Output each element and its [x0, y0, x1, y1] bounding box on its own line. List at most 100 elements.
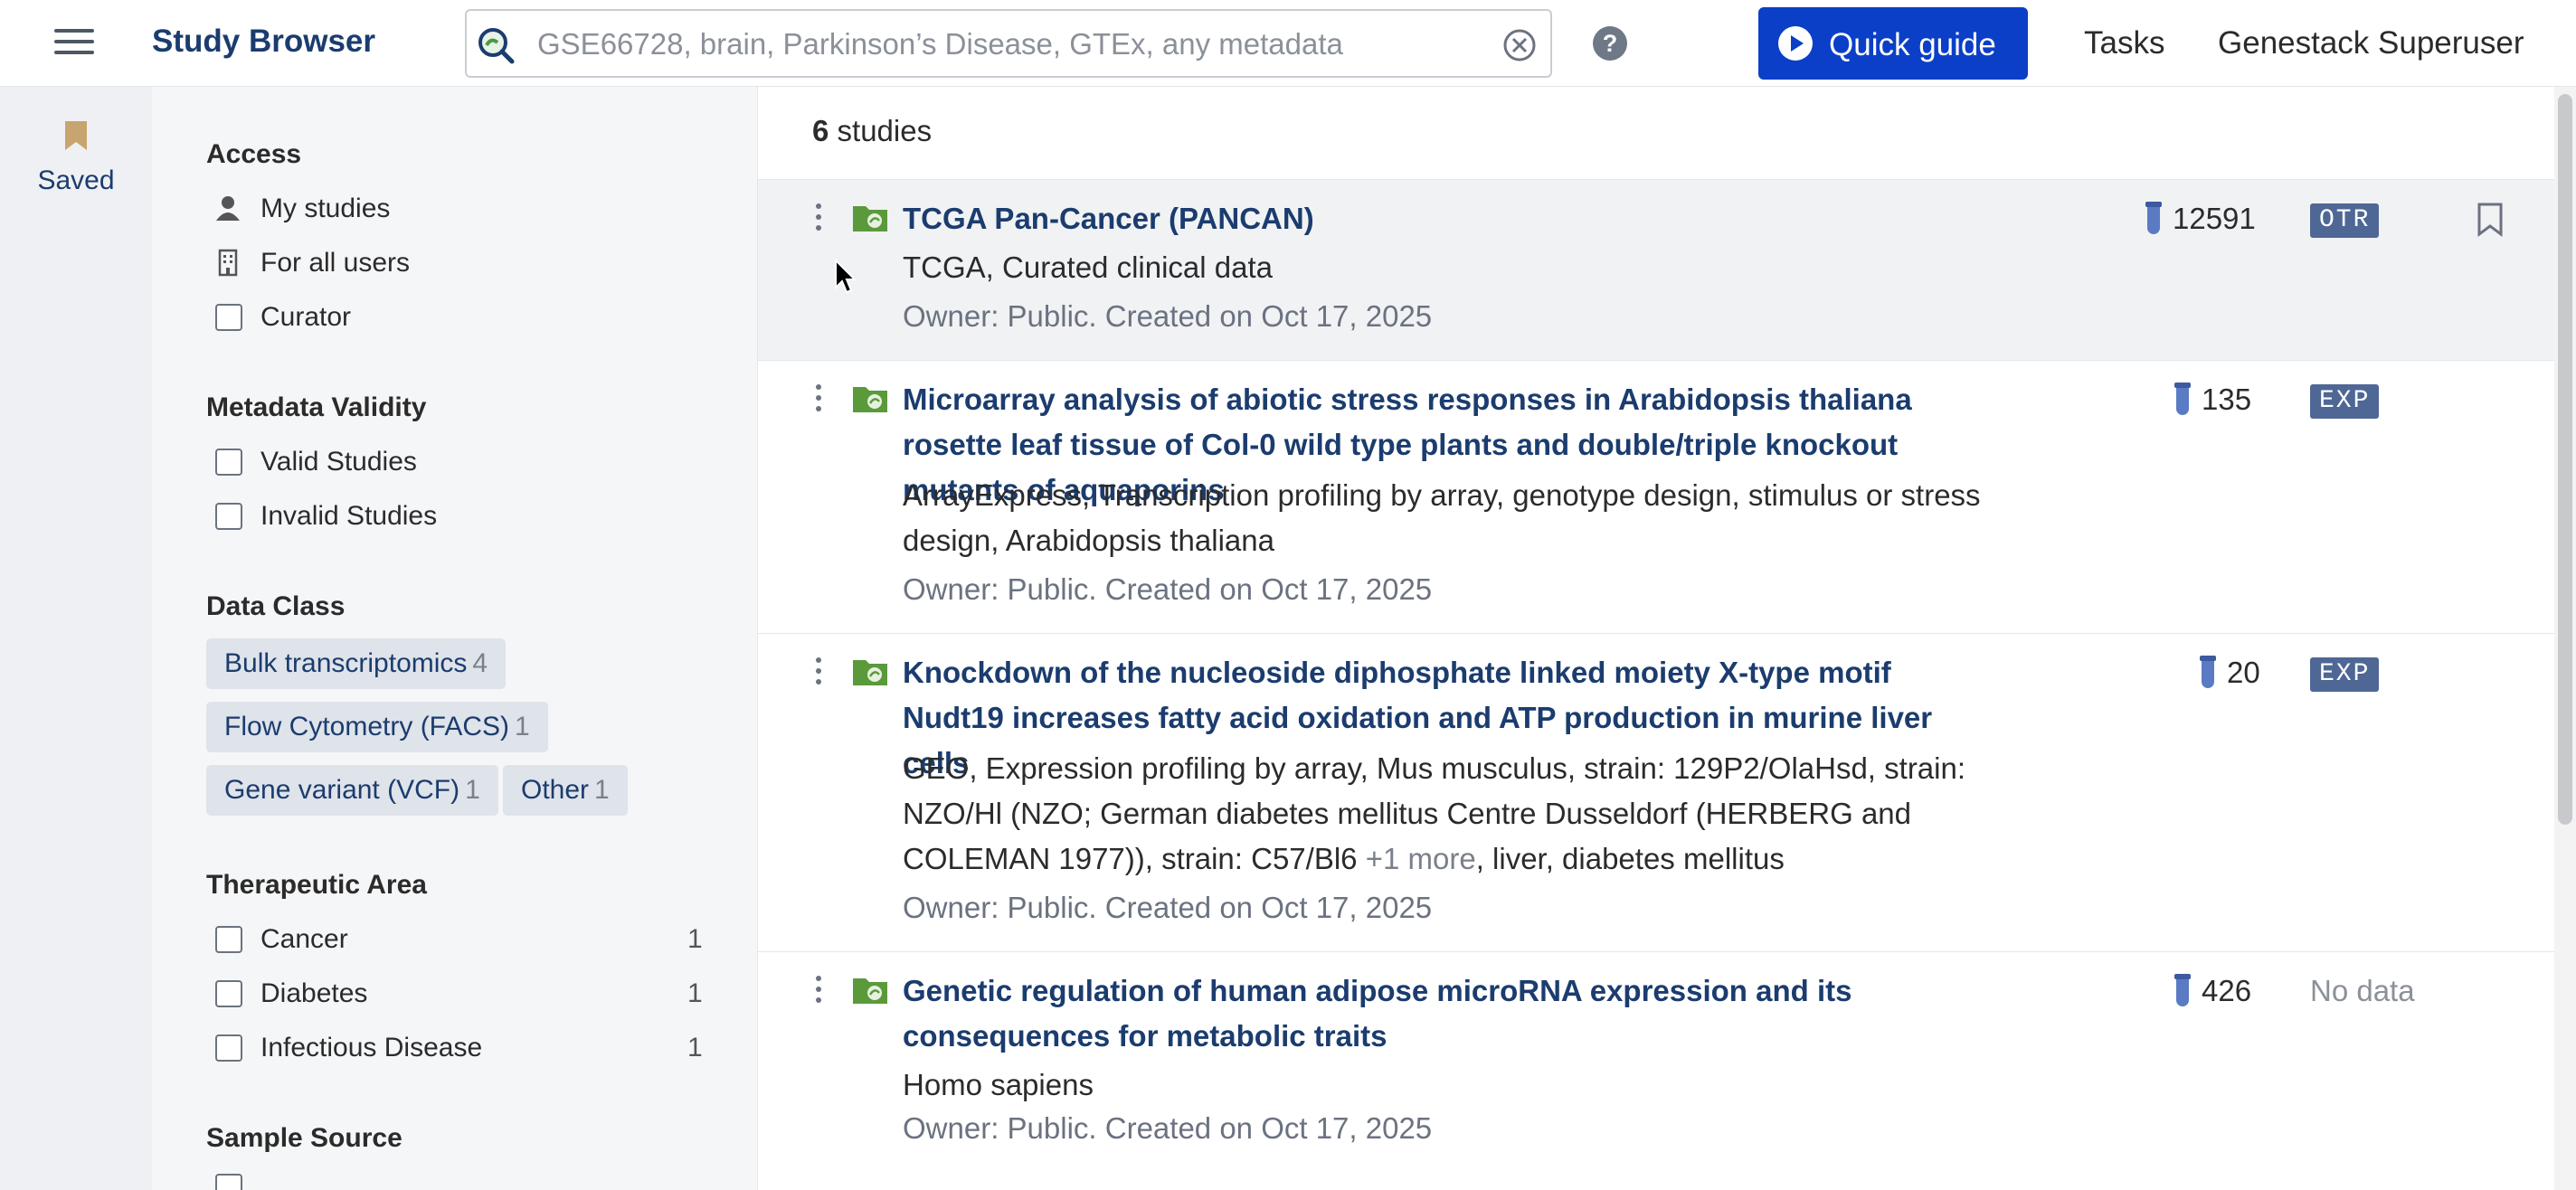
sample-count-value: 135	[2202, 382, 2252, 416]
top-bar: Study Browser ? Quick guide Tasks Genest…	[0, 0, 2576, 87]
checkbox[interactable]	[215, 926, 242, 953]
more-options-icon[interactable]	[812, 976, 825, 1006]
test-tube-icon	[2145, 202, 2162, 234]
help-icon[interactable]: ?	[1593, 26, 1627, 61]
study-owner: Owner: Public. Created on Oct 17, 2025	[903, 1111, 1433, 1145]
play-icon	[1778, 26, 1813, 61]
user-menu[interactable]: Genestack Superuser	[2218, 25, 2524, 61]
more-options-icon[interactable]	[812, 203, 825, 234]
status-badge: EXP	[2310, 657, 2380, 692]
sample-count: 12591	[2145, 202, 2256, 236]
checkbox[interactable]	[215, 304, 242, 331]
search-icon	[478, 28, 515, 64]
checkbox[interactable]	[215, 449, 242, 476]
no-data-label: No data	[2310, 974, 2415, 1007]
checkbox[interactable]	[215, 1174, 242, 1190]
checkbox[interactable]	[215, 980, 242, 1007]
scrollbar-thumb[interactable]	[2558, 94, 2572, 825]
saved-label: Saved	[37, 165, 115, 195]
more-options-icon[interactable]	[812, 657, 825, 688]
checkbox[interactable]	[215, 1034, 242, 1062]
study-description: ArrayExpress, Transcription profiling by…	[903, 478, 1981, 557]
left-rail: Saved	[0, 87, 152, 1190]
study-row[interactable]: TCGA Pan-Cancer (PANCAN) TCGA, Curated c…	[758, 180, 2554, 361]
chip-count: 4	[472, 648, 488, 678]
data-class-title: Data Class	[206, 591, 346, 621]
checkbox[interactable]	[215, 503, 242, 530]
scrollbar[interactable]	[2554, 87, 2576, 1190]
sample-count: 135	[2174, 382, 2252, 417]
bookmark-icon	[65, 121, 87, 150]
search-box[interactable]	[465, 9, 1552, 78]
filter-infectious-disease[interactable]: Infectious Disease	[213, 1031, 756, 1067]
mouse-cursor-icon	[835, 259, 857, 294]
chip-count: 1	[594, 775, 610, 805]
filter-diabetes[interactable]: Diabetes	[213, 977, 756, 1013]
results-count-number: 6	[812, 114, 829, 147]
study-owner: Owner: Public. Created on Oct 17, 2025	[903, 891, 1433, 924]
filter-label: Diabetes	[260, 978, 368, 1008]
quick-guide-label: Quick guide	[1829, 27, 1996, 62]
study-folder-icon	[853, 206, 887, 231]
study-title[interactable]: TCGA Pan-Cancer (PANCAN)	[903, 196, 1988, 241]
status-badge: EXP	[2310, 384, 2380, 419]
access-title: Access	[206, 139, 302, 169]
test-tube-icon	[2174, 974, 2191, 1006]
clear-search-icon[interactable]	[1501, 27, 1538, 63]
filter-label: My studies	[260, 194, 391, 223]
sample-count-value: 426	[2202, 974, 2252, 1007]
study-description: TCGA, Curated clinical data	[903, 250, 1274, 284]
filter-cancer[interactable]: Cancer	[213, 922, 756, 959]
more-link[interactable]: +1 more	[1366, 842, 1476, 875]
chip-flow-cytometry[interactable]: Flow Cytometry (FACS) 1	[206, 702, 548, 752]
study-folder-icon	[853, 387, 887, 412]
chip-count: 1	[465, 775, 480, 805]
saved-nav-item[interactable]: Saved	[0, 119, 152, 196]
building-icon	[218, 249, 238, 277]
study-owner: Owner: Public. Created on Oct 17, 2025	[903, 299, 1433, 333]
study-row[interactable]: Microarray analysis of abiotic stress re…	[758, 361, 2554, 634]
test-tube-icon	[2200, 656, 2216, 688]
quick-guide-button[interactable]: Quick guide	[1758, 7, 2028, 80]
results-count: 6 studies	[812, 114, 932, 148]
chip-label: Flow Cytometry (FACS)	[224, 712, 510, 741]
chip-bulk-transcriptomics[interactable]: Bulk transcriptomics 4	[206, 638, 507, 689]
study-owner: Owner: Public. Created on Oct 17, 2025	[903, 572, 1433, 606]
study-title[interactable]: Genetic regulation of human adipose micr…	[903, 968, 1988, 1059]
bookmark-icon[interactable]	[2475, 202, 2505, 238]
sample-count-value: 12591	[2173, 202, 2256, 235]
more-options-icon[interactable]	[812, 384, 825, 415]
study-row[interactable]: Genetic regulation of human adipose micr…	[758, 952, 2554, 1190]
person-icon	[216, 196, 240, 221]
chip-other[interactable]: Other 1	[503, 765, 628, 816]
study-description: Homo sapiens	[903, 1068, 1094, 1101]
therapeutic-area-title: Therapeutic Area	[206, 870, 427, 900]
filter-count: 1	[687, 924, 703, 954]
chip-label: Bulk transcriptomics	[224, 648, 468, 678]
status-badge: OTR	[2310, 203, 2380, 238]
chip-gene-variant[interactable]: Gene variant (VCF) 1	[206, 765, 498, 816]
sample-source-title: Sample Source	[206, 1123, 402, 1153]
study-description: GEO, Expression profiling by array, Mus …	[903, 746, 2015, 882]
filter-label: Invalid Studies	[260, 501, 438, 531]
description-text: , liver, diabetes mellitus	[1475, 842, 1785, 875]
filters-panel: Access My studies For all users Curator …	[152, 87, 758, 1190]
results-count-suffix: studies	[837, 114, 933, 147]
sample-count-value: 20	[2227, 656, 2260, 689]
sample-count: 426	[2174, 974, 2252, 1008]
search-input[interactable]	[537, 20, 1451, 69]
test-tube-icon	[2174, 382, 2191, 415]
metadata-validity-title: Metadata Validity	[206, 392, 427, 422]
study-row[interactable]: Knockdown of the nucleoside diphosphate …	[758, 634, 2554, 952]
tasks-link[interactable]: Tasks	[2084, 25, 2164, 61]
menu-icon[interactable]	[54, 29, 94, 58]
filter-label: For all users	[260, 248, 411, 278]
filter-label: Curator	[260, 302, 352, 332]
filter-label: Cancer	[260, 924, 348, 954]
chip-label: Other	[521, 775, 590, 805]
study-folder-icon	[853, 978, 887, 1004]
filter-count: 1	[687, 1033, 703, 1062]
filter-label: Infectious Disease	[260, 1033, 483, 1062]
results-list: 6 studies TCGA Pan-Cancer (PANCAN) TCGA,…	[758, 87, 2554, 1190]
filter-label: Valid Studies	[260, 447, 417, 477]
